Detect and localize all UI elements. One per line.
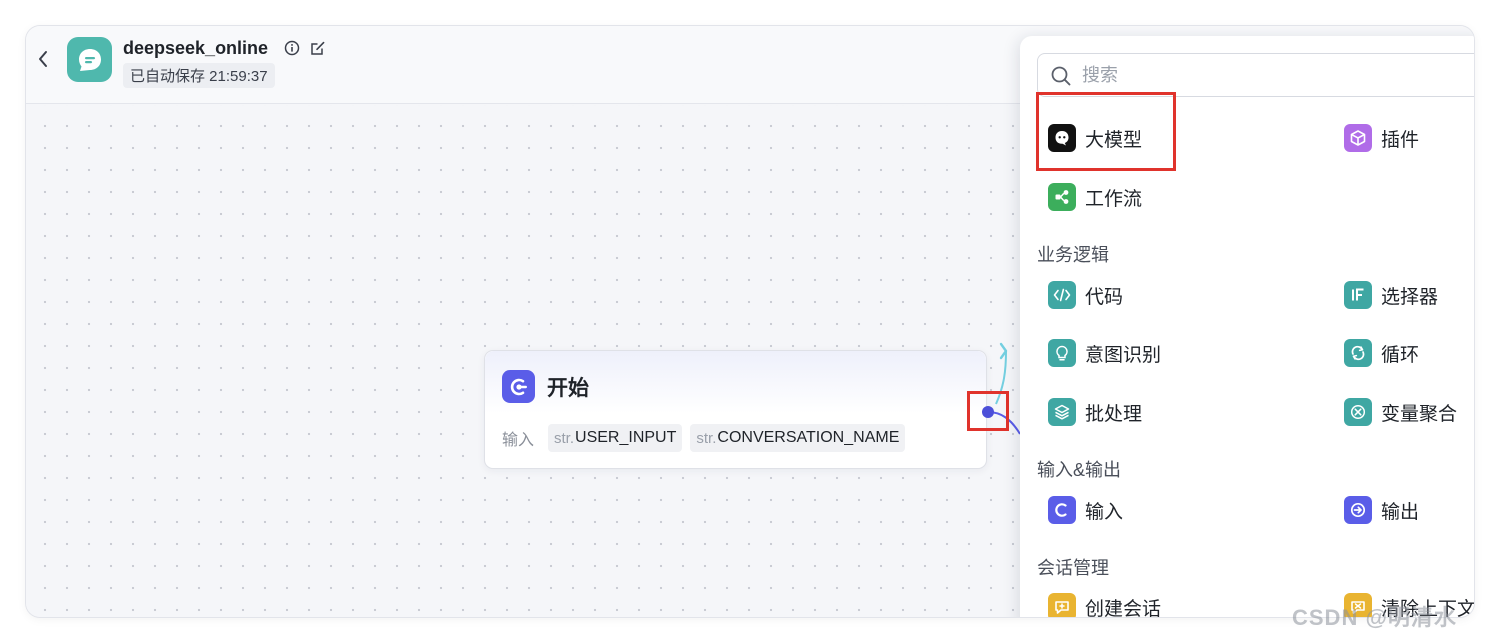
node-item-label: 创建会话 xyxy=(1085,598,1162,618)
variable-name: USER_INPUT xyxy=(575,429,677,446)
node-item-create-conversation[interactable]: 创建会话 xyxy=(1048,593,1161,617)
plugin-cube-icon xyxy=(1344,124,1372,152)
node-item-loop[interactable]: 循环 xyxy=(1344,339,1419,367)
node-item-workflow[interactable]: 工作流 xyxy=(1048,183,1142,211)
input-variable-chip: str. USER_INPUT xyxy=(548,424,683,452)
node-item-variable-merge[interactable]: 变量聚合 xyxy=(1344,398,1457,426)
output-icon xyxy=(1344,496,1372,524)
create-conversation-icon xyxy=(1048,593,1076,617)
search-input[interactable] xyxy=(1082,62,1462,88)
start-node-icon xyxy=(502,370,535,403)
node-item-label: 工作流 xyxy=(1085,188,1143,210)
code-icon xyxy=(1048,281,1076,309)
variable-type: str. xyxy=(554,429,575,447)
intent-bulb-icon xyxy=(1048,339,1076,367)
node-item-label: 输入 xyxy=(1085,501,1124,523)
node-item-label: 代码 xyxy=(1085,286,1124,308)
node-item-selector[interactable]: 选择器 xyxy=(1344,281,1438,309)
start-node-title: 开始 xyxy=(547,377,589,400)
node-item-label: 选择器 xyxy=(1381,286,1439,308)
csdn-watermark: CSDN @明清水 xyxy=(1292,605,1457,630)
node-item-label: 输出 xyxy=(1381,501,1420,523)
node-item-label: 批处理 xyxy=(1085,403,1143,425)
section-business-logic: 业务逻辑 xyxy=(1037,245,1109,265)
node-item-label: 意图识别 xyxy=(1085,344,1162,366)
node-item-label: 插件 xyxy=(1381,129,1420,151)
start-node-header: 开始 xyxy=(485,351,986,413)
section-conversation-management: 会话管理 xyxy=(1037,558,1109,578)
variable-type: str. xyxy=(696,429,717,447)
node-item-intent[interactable]: 意图识别 xyxy=(1048,339,1161,367)
variable-merge-icon xyxy=(1344,398,1372,426)
node-item-input[interactable]: 输入 xyxy=(1048,496,1123,524)
start-node[interactable]: 开始 输入 str. USER_INPUT str. CONVERSATION_… xyxy=(484,350,987,469)
if-selector-icon xyxy=(1344,281,1372,309)
llm-highlight-annotation xyxy=(1036,92,1176,171)
node-item-code[interactable]: 代码 xyxy=(1048,281,1123,309)
port-highlight-annotation xyxy=(967,391,1009,431)
loop-icon xyxy=(1344,339,1372,367)
input-icon xyxy=(1048,496,1076,524)
search-icon xyxy=(1051,66,1071,86)
variable-name: CONVERSATION_NAME xyxy=(717,429,900,446)
start-node-inputs: 输入 str. USER_INPUT str. CONVERSATION_NAM… xyxy=(502,424,906,452)
search-field[interactable] xyxy=(1037,53,1474,97)
workflow-icon xyxy=(1048,183,1076,211)
batch-layers-icon xyxy=(1048,398,1076,426)
node-item-batch[interactable]: 批处理 xyxy=(1048,398,1142,426)
node-item-label: 变量聚合 xyxy=(1381,403,1458,425)
input-variable-chip: str. CONVERSATION_NAME xyxy=(690,424,906,452)
section-input-output: 输入&输出 xyxy=(1037,460,1122,480)
node-item-plugin[interactable]: 插件 xyxy=(1344,124,1419,152)
node-picker-panel: 大模型 插件 工作流 业务逻辑 xyxy=(1020,36,1474,617)
inputs-label: 输入 xyxy=(502,432,535,449)
node-item-label: 循环 xyxy=(1381,344,1420,366)
workflow-editor-window: deepseek_online 已自动保存 21:59:37 开始 输入 str… xyxy=(26,26,1474,617)
node-item-output[interactable]: 输出 xyxy=(1344,496,1419,524)
